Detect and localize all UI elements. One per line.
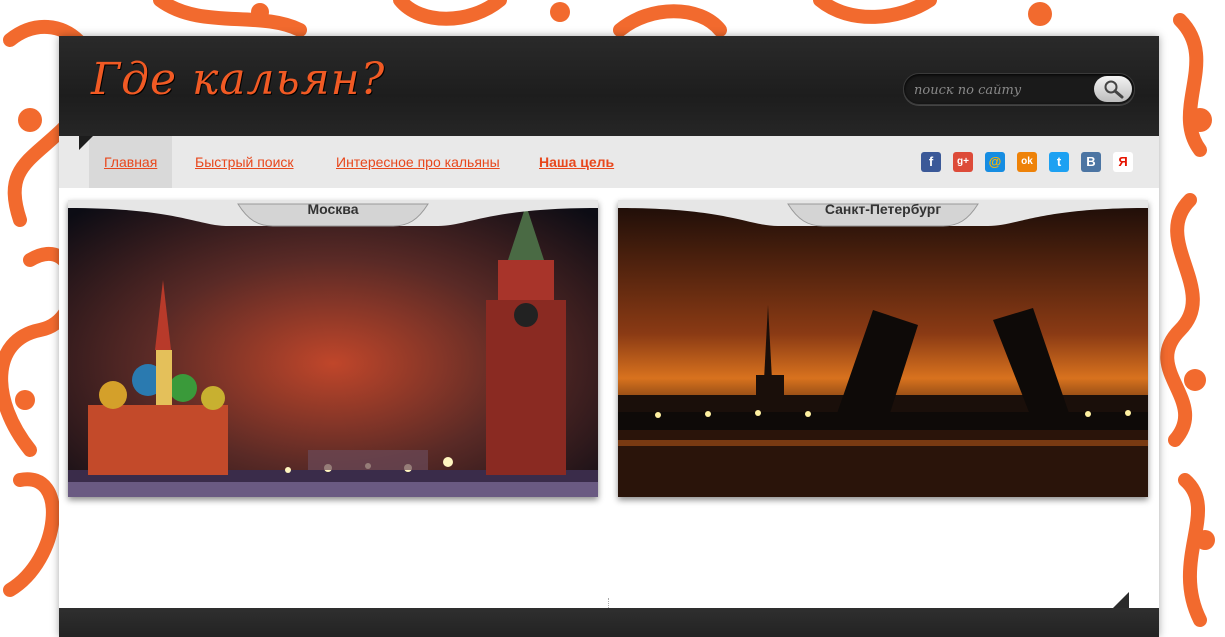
- twitter-icon[interactable]: t: [1049, 152, 1069, 172]
- search-button[interactable]: [1094, 76, 1132, 102]
- facebook-icon[interactable]: f: [921, 152, 941, 172]
- main-nav: Главная Быстрый поиск Интересное про кал…: [59, 136, 1159, 188]
- site-logo[interactable]: Где кальян?: [91, 54, 385, 105]
- footer: [59, 608, 1159, 637]
- city-title-moscow: Москва: [307, 201, 359, 217]
- google-plus-icon[interactable]: g+: [953, 152, 973, 172]
- mail-ru-icon[interactable]: @: [985, 152, 1005, 172]
- saint-petersburg-bridge-photo: [618, 200, 1148, 497]
- nav-item-home[interactable]: Главная: [89, 136, 173, 188]
- magnifier-icon: [1104, 80, 1124, 99]
- content-fold-corner: [1113, 592, 1129, 608]
- yandex-icon[interactable]: Я: [1113, 152, 1133, 172]
- footer-divider: [608, 598, 610, 608]
- site-container: Где кальян? Главная Быстрый поиск Интере…: [59, 36, 1159, 637]
- city-card-saint-petersburg[interactable]: Санкт-Петербург: [618, 200, 1148, 497]
- vkontakte-icon[interactable]: B: [1081, 152, 1101, 172]
- city-card-moscow[interactable]: Москва: [68, 200, 598, 497]
- nav-item-hookah-facts[interactable]: Интересное про кальяны: [336, 136, 500, 188]
- nav-fold-corner: [79, 136, 93, 150]
- moscow-night-photo: [68, 200, 598, 497]
- header: Где кальян?: [59, 36, 1159, 136]
- search-input[interactable]: [912, 78, 1092, 102]
- odnoklassniki-icon[interactable]: ok: [1017, 152, 1037, 172]
- nav-item-our-goal[interactable]: Наша цель: [539, 136, 614, 188]
- nav-item-quick-search[interactable]: Быстрый поиск: [195, 136, 294, 188]
- search-box: [903, 73, 1135, 105]
- city-title-saint-petersburg: Санкт-Петербург: [824, 201, 942, 217]
